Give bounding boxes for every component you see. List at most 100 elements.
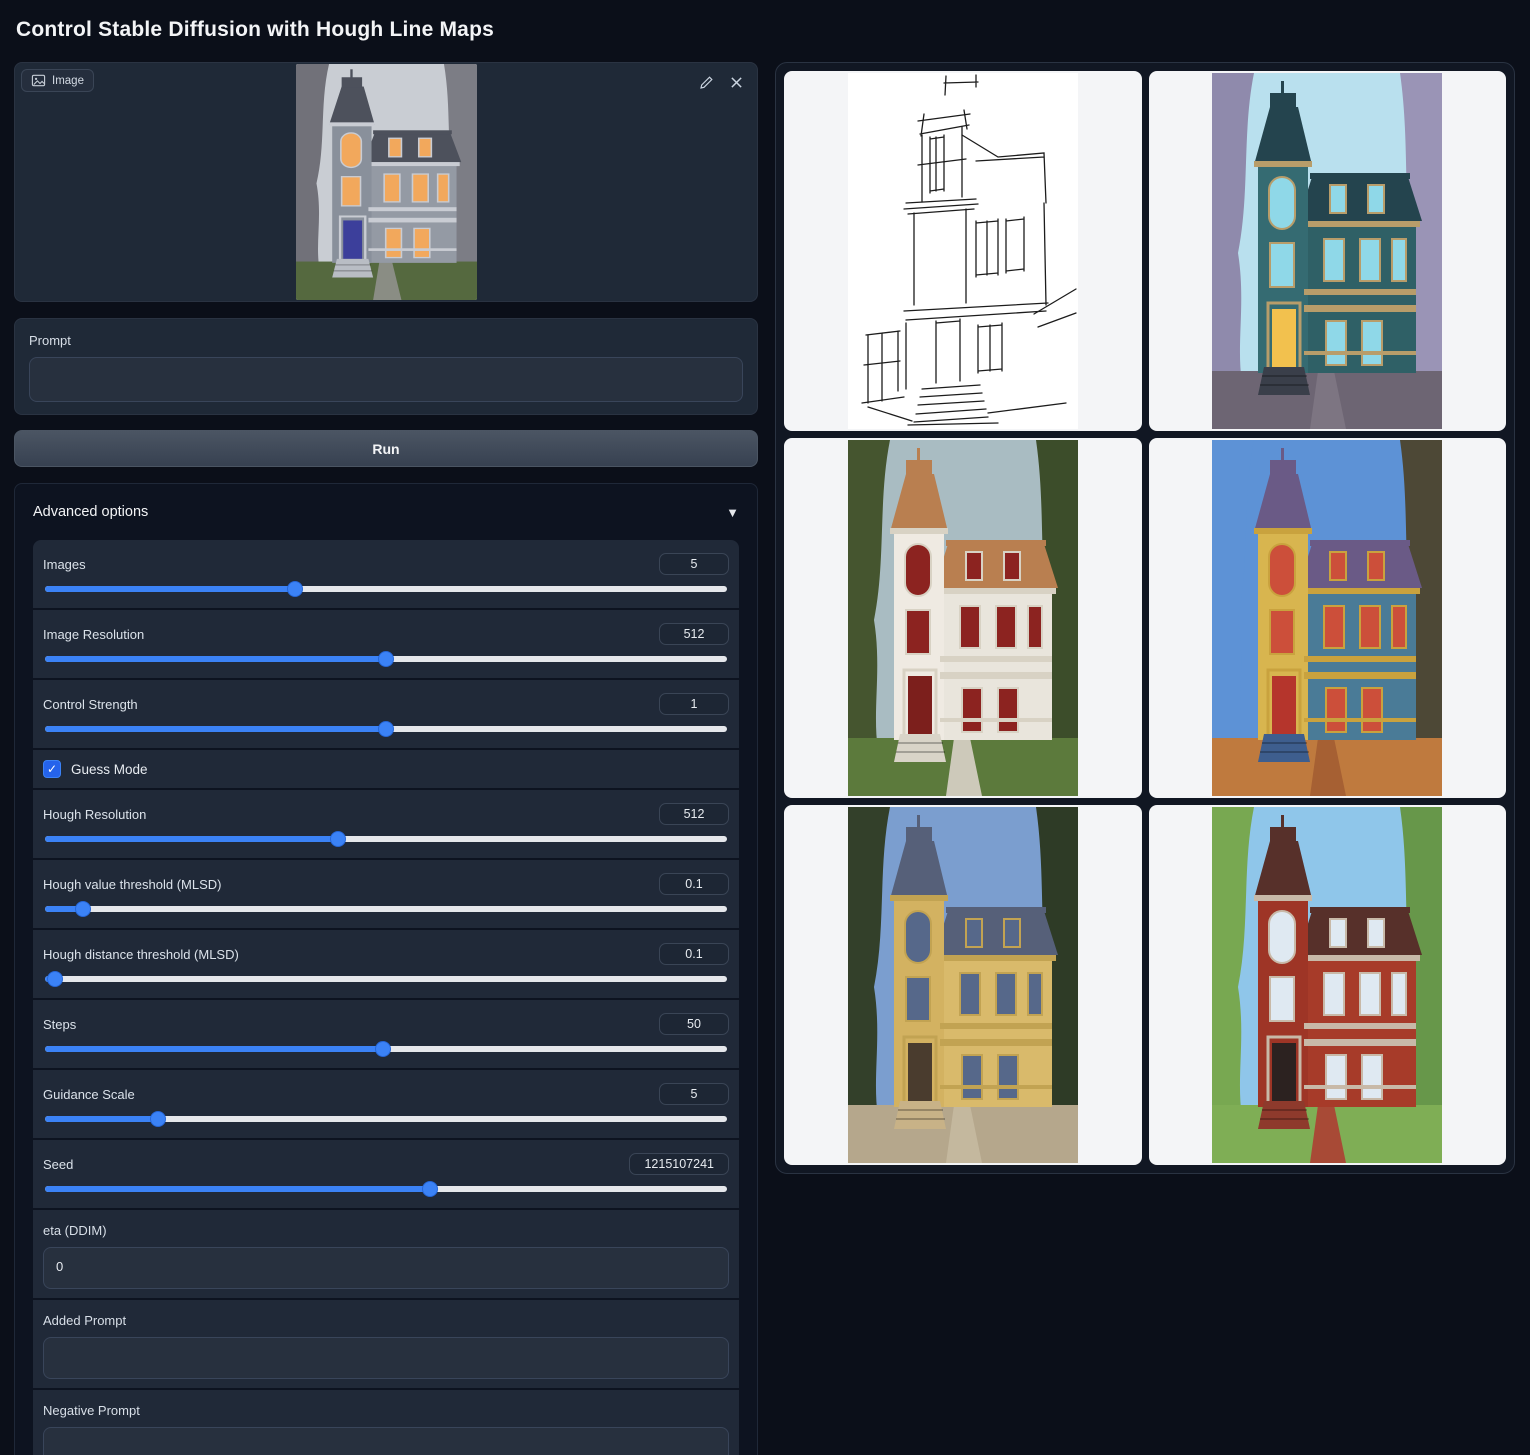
slider-track[interactable]	[45, 1116, 727, 1122]
slider-value-box[interactable]: 1	[659, 693, 729, 715]
run-button[interactable]: Run	[14, 430, 758, 467]
guidance-scale-slider: Guidance Scale 5	[33, 1070, 739, 1138]
slider-label: Steps	[43, 1017, 76, 1032]
text-input[interactable]: 0	[43, 1247, 729, 1289]
app: Control Stable Diffusion with Hough Line…	[0, 0, 1530, 1455]
image-icon	[31, 73, 46, 88]
slider-track[interactable]	[45, 1186, 727, 1192]
slider-label: Control Strength	[43, 697, 138, 712]
slider-thumb[interactable]	[287, 581, 303, 597]
input-image-label-text: Image	[52, 75, 84, 87]
slider-thumb[interactable]	[150, 1111, 166, 1127]
slider-fill	[45, 656, 386, 662]
slider-header: Hough value threshold (MLSD) 0.1	[43, 873, 729, 895]
generated-image-4	[848, 807, 1078, 1163]
generated-image-3	[1212, 440, 1442, 796]
input-image-actions	[695, 71, 747, 93]
slider-track[interactable]	[45, 976, 727, 982]
slider-value-box[interactable]: 1215107241	[629, 1153, 729, 1175]
images-slider: Images 5	[33, 540, 739, 608]
guess-mode-checkbox: ✓ Guess Mode	[33, 750, 739, 788]
input-image-preview[interactable]	[296, 64, 477, 300]
slider-thumb[interactable]	[422, 1181, 438, 1197]
slider-fill	[45, 1186, 430, 1192]
slider-value-box[interactable]: 5	[659, 553, 729, 575]
textbox-label: eta (DDIM)	[43, 1223, 729, 1238]
edit-image-button[interactable]	[695, 71, 717, 93]
advanced-rows: Images 5 Image Resolution 512 Control St…	[33, 540, 739, 1455]
output-gallery	[775, 62, 1515, 1174]
slider-track[interactable]	[45, 656, 727, 662]
input-image-label: Image	[21, 69, 94, 92]
slider-track[interactable]	[45, 1046, 727, 1052]
slider-header: Seed 1215107241	[43, 1153, 729, 1175]
slider-track[interactable]	[45, 836, 727, 842]
slider-label: Guidance Scale	[43, 1087, 135, 1102]
control-strength-slider: Control Strength 1	[33, 680, 739, 748]
slider-value-box[interactable]: 0.1	[659, 873, 729, 895]
slider-header: Hough distance threshold (MLSD) 0.1	[43, 943, 729, 965]
slider-header: Image Resolution 512	[43, 623, 729, 645]
seed-slider: Seed 1215107241	[33, 1140, 739, 1208]
slider-thumb[interactable]	[47, 971, 63, 987]
slider-thumb[interactable]	[75, 901, 91, 917]
checkbox-box[interactable]: ✓	[43, 760, 61, 778]
advanced-options-accordion: Advanced options ▼ Images 5 Image Resolu…	[14, 483, 758, 1455]
slider-label: Seed	[43, 1157, 73, 1172]
text-input[interactable]	[43, 1427, 729, 1455]
hough-value-threshold-slider: Hough value threshold (MLSD) 0.1	[33, 860, 739, 928]
advanced-options-header[interactable]: Advanced options ▼	[33, 484, 739, 540]
image-resolution-slider: Image Resolution 512	[33, 610, 739, 678]
prompt-label: Prompt	[29, 333, 743, 348]
gallery-item-3[interactable]	[1149, 438, 1507, 798]
slider-fill	[45, 836, 338, 842]
eta-ddim-input: eta (DDIM) 0	[33, 1210, 739, 1298]
slider-value-box[interactable]: 0.1	[659, 943, 729, 965]
text-input[interactable]	[43, 1337, 729, 1379]
slider-thumb[interactable]	[378, 651, 394, 667]
page-title: Control Stable Diffusion with Hough Line…	[16, 18, 1515, 42]
slider-fill	[45, 726, 386, 732]
slider-thumb[interactable]	[378, 721, 394, 737]
slider-fill	[45, 1046, 383, 1052]
gallery-item-2[interactable]	[784, 438, 1142, 798]
gallery-item-5[interactable]	[1149, 805, 1507, 1165]
gallery-item-1[interactable]	[1149, 71, 1507, 431]
generated-image-1	[1212, 73, 1442, 429]
prompt-input[interactable]	[29, 357, 743, 402]
slider-fill	[45, 586, 295, 592]
gallery-item-4[interactable]	[784, 805, 1142, 1165]
slider-header: Images 5	[43, 553, 729, 575]
steps-slider: Steps 50	[33, 1000, 739, 1068]
slider-header: Control Strength 1	[43, 693, 729, 715]
controls-column: Image	[14, 62, 758, 1455]
slider-track[interactable]	[45, 906, 727, 912]
clear-image-button[interactable]	[725, 71, 747, 93]
hough-line-map-image	[848, 73, 1078, 429]
slider-value-box[interactable]: 50	[659, 1013, 729, 1035]
advanced-options-title: Advanced options	[33, 504, 148, 520]
slider-track[interactable]	[45, 726, 727, 732]
slider-value-box[interactable]: 512	[659, 623, 729, 645]
main-layout: Image	[14, 62, 1515, 1455]
negative-prompt-input: Negative Prompt	[33, 1390, 739, 1455]
checkbox-label: Guess Mode	[71, 762, 148, 777]
input-image-block: Image	[14, 62, 758, 302]
gallery-item-line-map[interactable]	[784, 71, 1142, 431]
slider-thumb[interactable]	[330, 831, 346, 847]
hough-distance-threshold-slider: Hough distance threshold (MLSD) 0.1	[33, 930, 739, 998]
slider-thumb[interactable]	[375, 1041, 391, 1057]
slider-header: Guidance Scale 5	[43, 1083, 729, 1105]
slider-label: Hough Resolution	[43, 807, 146, 822]
generated-image-2	[848, 440, 1078, 796]
generated-image-5	[1212, 807, 1442, 1163]
slider-label: Image Resolution	[43, 627, 144, 642]
hough-resolution-slider: Hough Resolution 512	[33, 790, 739, 858]
slider-label: Hough distance threshold (MLSD)	[43, 947, 239, 962]
slider-fill	[45, 1116, 158, 1122]
slider-track[interactable]	[45, 586, 727, 592]
prompt-block: Prompt	[14, 318, 758, 415]
slider-header: Hough Resolution 512	[43, 803, 729, 825]
slider-value-box[interactable]: 512	[659, 803, 729, 825]
slider-value-box[interactable]: 5	[659, 1083, 729, 1105]
